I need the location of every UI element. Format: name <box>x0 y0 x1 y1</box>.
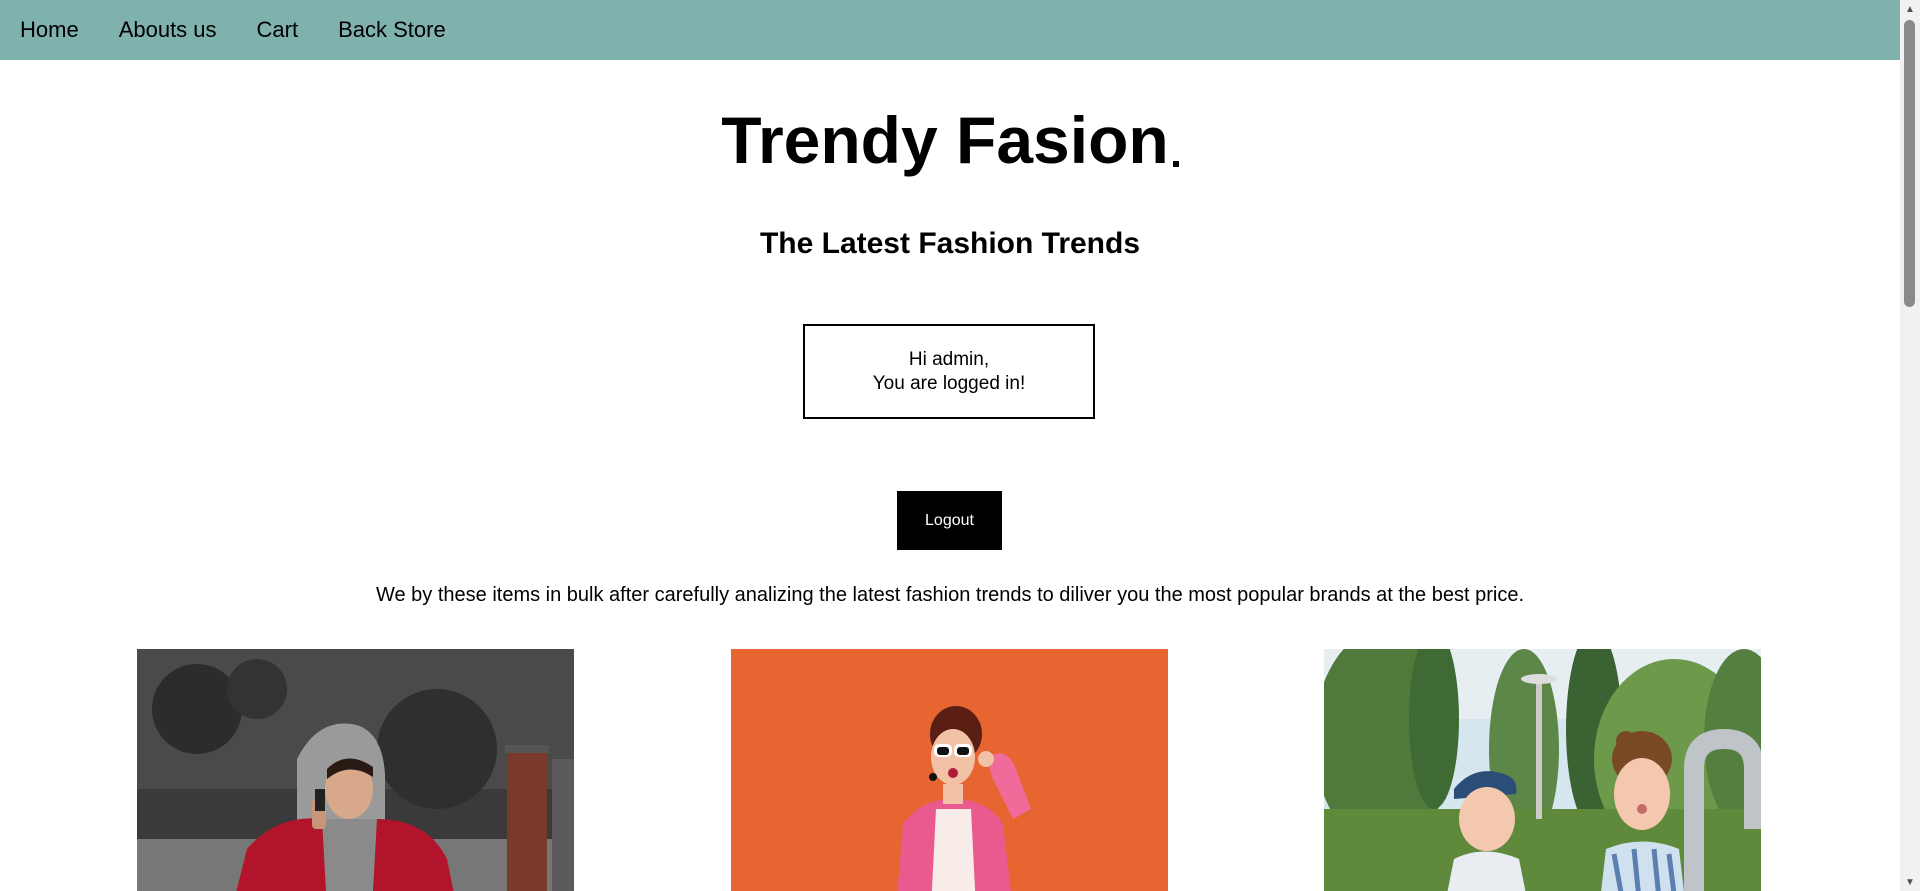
product-image-children-park[interactable] <box>1324 649 1761 891</box>
arrow-up-icon[interactable]: ▲ <box>1900 0 1920 18</box>
vertical-scrollbar[interactable]: ▲ ▼ <box>1900 0 1920 891</box>
intro-paragraph: We by these items in bulk after carefull… <box>375 584 1525 606</box>
site-title: Trendy Fasion <box>0 100 1900 180</box>
children-in-park-photo <box>1324 649 1761 891</box>
site-title-text: Trendy Fasion <box>721 103 1169 177</box>
nav-about-link[interactable]: Abouts us <box>119 0 217 60</box>
greeting-line: Hi admin, <box>908 348 990 370</box>
page-subtitle: The Latest Fashion Trends <box>759 227 1141 260</box>
login-status-box: Hi admin, You are logged in! <box>803 324 1095 419</box>
product-image-woman-pink-blazer[interactable] <box>731 649 1168 891</box>
woman-in-pink-blazer-photo <box>731 649 1168 891</box>
top-navbar: Home Abouts us Cart Back Store <box>0 0 1900 60</box>
logged-in-line: You are logged in! <box>872 372 1026 394</box>
product-image-man-red-jacket[interactable] <box>137 649 574 891</box>
nav-back-store-link[interactable]: Back Store <box>338 0 446 60</box>
page: Home Abouts us Cart Back Store Trendy Fa… <box>0 0 1900 891</box>
arrow-down-icon[interactable]: ▼ <box>1900 873 1920 891</box>
man-in-red-jacket-photo <box>137 649 574 891</box>
logout-button[interactable]: Logout <box>897 491 1002 550</box>
scrollbar-thumb[interactable] <box>1904 20 1915 307</box>
title-dot <box>1172 161 1179 167</box>
nav-cart-link[interactable]: Cart <box>257 0 299 60</box>
browser-viewport: Home Abouts us Cart Back Store Trendy Fa… <box>0 0 1920 891</box>
nav-home-link[interactable]: Home <box>20 0 79 60</box>
